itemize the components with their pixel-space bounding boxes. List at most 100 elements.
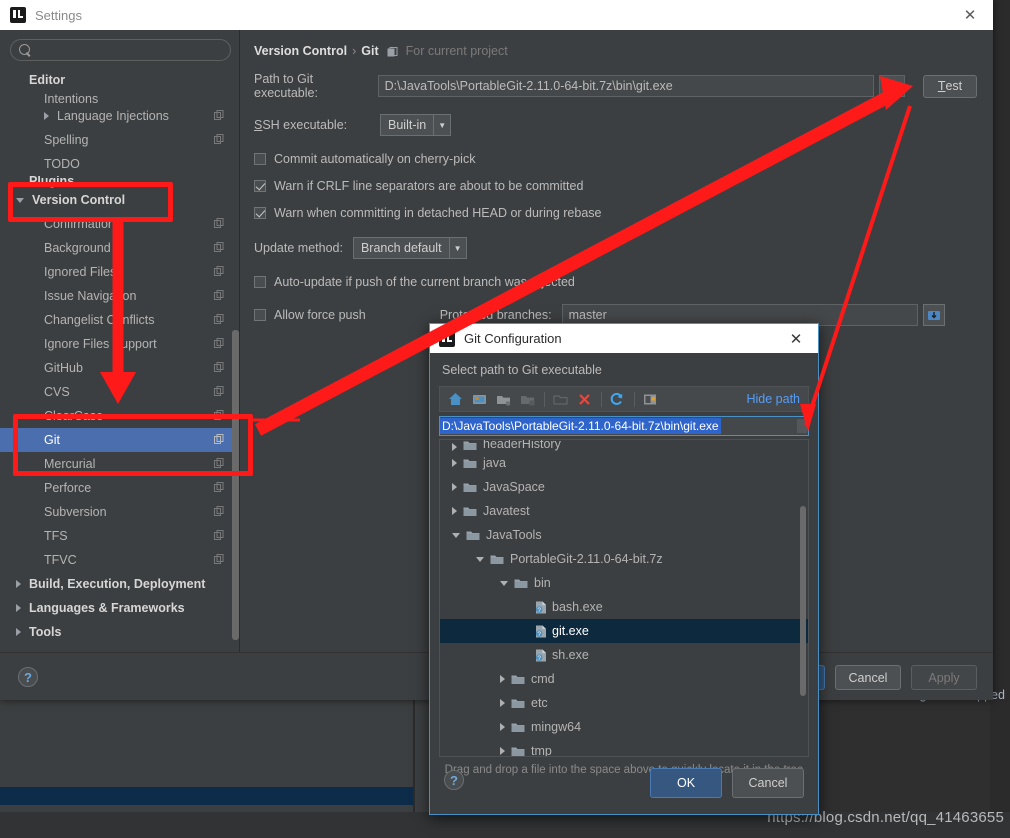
checkbox-row-detached-head[interactable]: Warn when committing in detached HEAD or… (254, 206, 977, 220)
apply-button[interactable]: Apply (911, 665, 977, 690)
help-icon[interactable]: ? (18, 667, 38, 687)
sidebar-item-intentions[interactable]: Intentions (0, 92, 239, 104)
sidebar-item-languages-frameworks[interactable]: Languages & Frameworks (0, 596, 239, 620)
refresh-icon[interactable] (606, 389, 628, 409)
chevron-down-icon[interactable] (476, 556, 484, 562)
sidebar-item-version-control[interactable]: Version Control (0, 188, 239, 212)
delete-icon[interactable] (573, 389, 595, 409)
checkbox-row-auto-update[interactable]: Auto-update if push of the current branc… (254, 275, 977, 289)
sidebar-item-confirmation[interactable]: Confirmation (0, 212, 239, 236)
chevron-right-icon[interactable] (500, 699, 505, 707)
sidebar-item-background[interactable]: Background (0, 236, 239, 260)
sidebar-item-todo[interactable]: TODO (0, 152, 239, 176)
checkbox-crlf[interactable] (254, 180, 266, 192)
path-to-git-input[interactable]: D:\JavaTools\PortableGit-2.11.0-64-bit.7… (377, 75, 875, 97)
chevron-right-icon[interactable] (452, 459, 457, 467)
file-tree-row[interactable]: ? sh.exe (440, 643, 808, 667)
file-tree-row[interactable]: Javatest (440, 499, 808, 523)
home-icon[interactable] (444, 389, 466, 409)
close-icon[interactable]: ✕ (947, 0, 993, 30)
sidebar-item-ignored-files[interactable]: Ignored Files (0, 260, 239, 284)
desktop-icon[interactable] (468, 389, 490, 409)
browse-button[interactable]: ... (879, 75, 905, 97)
close-icon[interactable]: ✕ (778, 324, 814, 353)
configurable-badge-icon (214, 434, 225, 445)
chevron-down-icon[interactable] (452, 532, 460, 538)
file-tree-label: sh.exe (552, 648, 589, 662)
sidebar-item-cvs[interactable]: CVS (0, 380, 239, 404)
show-hidden-icon[interactable] (639, 389, 661, 409)
file-tree-row[interactable]: bin (440, 571, 808, 595)
sidebar-item-perforce[interactable]: Perforce (0, 476, 239, 500)
test-button[interactable]: Test (922, 74, 977, 98)
sidebar-item-git[interactable]: Git (0, 428, 239, 452)
sidebar-item-github[interactable]: GitHub (0, 356, 239, 380)
sidebar-item-tools[interactable]: Tools (0, 620, 239, 644)
settings-titlebar: Settings ✕ (0, 0, 993, 30)
sidebar-item-label: TFS (44, 529, 68, 543)
ssh-executable-select[interactable]: Built-in ▼ (380, 114, 452, 136)
ok-button[interactable]: OK (650, 768, 722, 798)
sidebar-item-clearcase[interactable]: ClearCase (0, 404, 239, 428)
sidebar-item-editor[interactable]: Editor (0, 68, 239, 92)
file-tree-row[interactable]: JavaTools (440, 523, 808, 547)
sidebar-item-plugins[interactable]: Plugins (0, 176, 239, 188)
path-field-handle[interactable] (797, 419, 807, 433)
checkbox-cherry-pick[interactable] (254, 153, 266, 165)
test-button-mnemonic: T (937, 79, 946, 93)
cancel-button[interactable]: Cancel (732, 768, 804, 798)
checkbox-auto-update[interactable] (254, 276, 266, 288)
file-tree-row[interactable]: ? bash.exe (440, 595, 808, 619)
sidebar-item-language-injections[interactable]: Language Injections (0, 104, 239, 128)
cancel-button[interactable]: Cancel (835, 665, 901, 690)
chevron-right-icon[interactable] (500, 675, 505, 683)
settings-window-title: Settings (35, 7, 82, 23)
sidebar-item-mercurial[interactable]: Mercurial (0, 452, 239, 476)
sidebar-item-tfvc[interactable]: TFVC (0, 548, 239, 572)
file-tree-row[interactable]: mingw64 (440, 715, 808, 739)
file-tree-row[interactable]: cmd (440, 667, 808, 691)
file-tree-row[interactable]: JavaSpace (440, 475, 808, 499)
configurable-badge-icon (214, 482, 225, 493)
breadcrumb-root[interactable]: Version Control (254, 44, 347, 58)
chevron-right-icon[interactable] (16, 628, 21, 636)
expand-branches-icon[interactable] (922, 304, 945, 326)
file-tree-scrollbar[interactable] (800, 506, 806, 696)
sidebar-item-subversion[interactable]: Subversion (0, 500, 239, 524)
sidebar-item-changelist-conflicts[interactable]: Changelist Conflicts (0, 308, 239, 332)
sidebar-item-build-execution-deployment[interactable]: Build, Execution, Deployment (0, 572, 239, 596)
file-tree-row[interactable]: ? git.exe (440, 619, 808, 643)
chevron-down-icon[interactable] (500, 580, 508, 586)
checkbox-detached-head[interactable] (254, 207, 266, 219)
file-tree-row[interactable]: etc (440, 691, 808, 715)
search-input[interactable] (38, 43, 222, 57)
search-box[interactable] (10, 39, 231, 61)
folder-icon (511, 698, 525, 709)
sidebar-item-spelling[interactable]: Spelling (0, 128, 239, 152)
file-tree-row[interactable]: headerHistory (440, 440, 808, 451)
sidebar-item-issue-navigation[interactable]: Issue Navigation (0, 284, 239, 308)
chevron-down-icon[interactable] (16, 197, 24, 203)
file-tree-row[interactable]: PortableGit-2.11.0-64-bit.7z (440, 547, 808, 571)
checkbox-row-crlf[interactable]: Warn if CRLF line separators are about t… (254, 179, 977, 193)
hide-path-link[interactable]: Hide path (746, 392, 800, 406)
new-folder-icon[interactable] (492, 389, 514, 409)
chevron-right-icon[interactable] (452, 507, 457, 515)
chevron-right-icon[interactable] (452, 483, 457, 491)
sidebar-item-label: Mercurial (44, 457, 96, 471)
chevron-right-icon[interactable] (16, 580, 21, 588)
chevron-right-icon[interactable] (452, 443, 457, 451)
sidebar-scrollbar[interactable] (232, 330, 239, 640)
chevron-right-icon[interactable] (16, 604, 21, 612)
chevron-right-icon[interactable] (500, 723, 505, 731)
sidebar-item-tfs[interactable]: TFS (0, 524, 239, 548)
file-tree-rows: headerHistory java JavaSpace Javatest JavaTo… (440, 440, 808, 756)
update-method-select[interactable]: Branch default ▼ (352, 237, 467, 259)
sidebar-item-ignore-files-support[interactable]: Ignore Files Support (0, 332, 239, 356)
checkbox-row-cherry-pick[interactable]: Commit automatically on cherry-pick (254, 152, 977, 166)
git-path-input[interactable]: D:\JavaTools\PortableGit-2.11.0-64-bit.7… (439, 416, 809, 436)
checkbox-allow-force-push[interactable] (254, 309, 266, 321)
help-icon[interactable]: ? (444, 770, 464, 790)
file-tree-row[interactable]: java (440, 451, 808, 475)
chevron-right-icon[interactable] (44, 112, 49, 120)
